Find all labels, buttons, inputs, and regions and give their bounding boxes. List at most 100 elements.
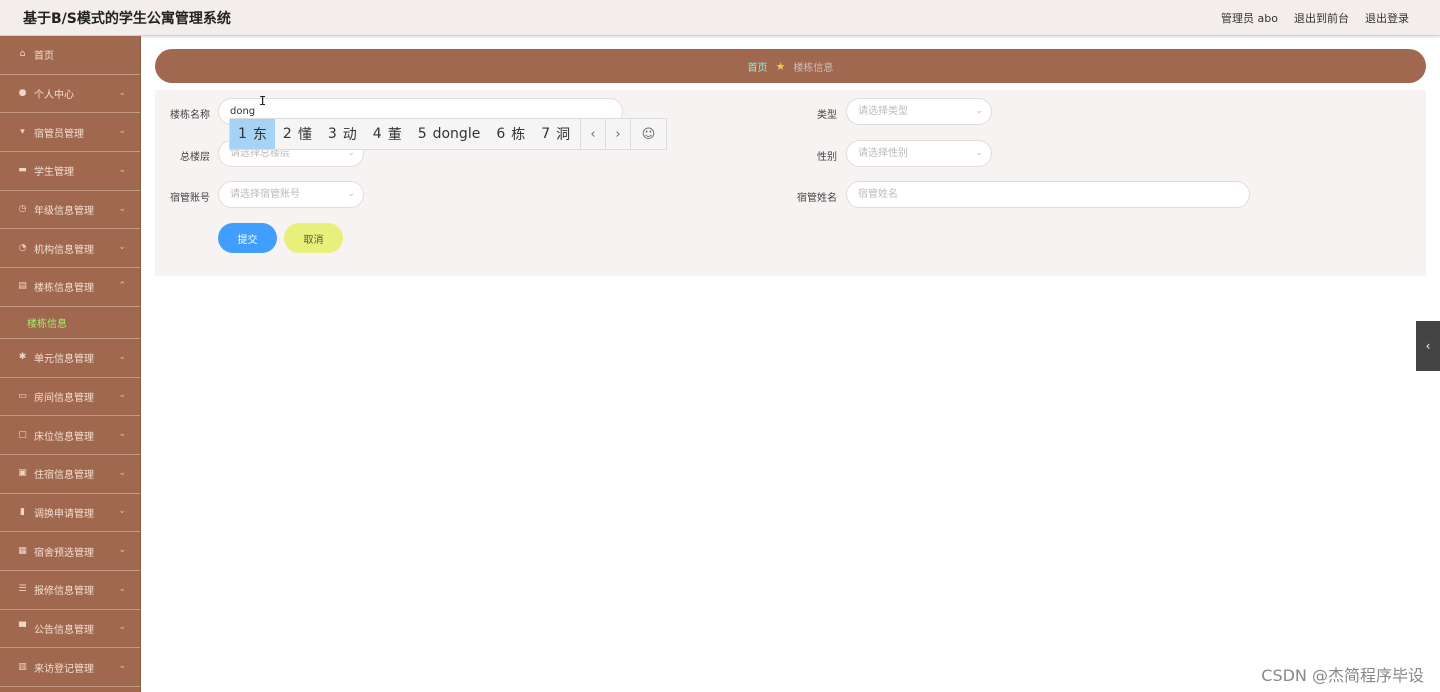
sidebar-item-label: 调换申请管理 [34, 508, 94, 520]
manager-name-input[interactable]: 宿管姓名 [846, 181, 1250, 208]
clipboard-icon: ▤ [18, 281, 27, 292]
chevron-down-icon: ⌄ [118, 126, 126, 137]
person-icon: ▾ [20, 126, 25, 137]
sidebar-item-label: 公告信息管理 [34, 624, 94, 636]
breadcrumb-home[interactable]: 首页 [748, 59, 768, 74]
chevron-right-icon[interactable]: › [605, 119, 630, 149]
sidebar-item-label: 单元信息管理 [34, 354, 94, 366]
gender-label: 性别 [817, 152, 837, 163]
breadcrumb-current: 楼栋信息 [793, 62, 834, 74]
building-name-label: 楼栋名称 [170, 110, 210, 121]
lock-icon: ▥ [18, 661, 27, 672]
settings-icon: ✱ [18, 352, 27, 363]
emoji-icon[interactable]: ☺ [630, 119, 666, 149]
gender-select[interactable]: 请选择性别 ⌄ [846, 140, 992, 167]
app-title: 基于B/S模式的学生公寓管理系统 [23, 11, 231, 27]
chevron-left-icon[interactable]: ‹ [580, 119, 605, 149]
chevron-down-icon: ⌄ [975, 106, 983, 116]
ime-candidate[interactable]: 5 dongle [410, 119, 489, 149]
sidebar-item-label: 报修信息管理 [34, 586, 94, 598]
ime-candidate[interactable]: 4董 [365, 119, 410, 149]
sidebar-item-managers[interactable]: ▾ 宿管员管理 ⌄ [0, 113, 140, 153]
sidebar-item-visitors[interactable]: ▥ 来访登记管理 ⌄ [0, 648, 140, 687]
sidebar-item-home[interactable]: ⌂ 首页 [0, 36, 140, 75]
sidebar-subitem-building-info[interactable]: 楼栋信息 [0, 307, 140, 339]
chevron-down-icon: ⌄ [118, 583, 126, 594]
chevron-down-icon: ⌄ [118, 87, 126, 98]
briefcase-icon: ▬ [18, 165, 27, 176]
home-icon: ⌂ [19, 49, 26, 60]
chevron-up-icon: ⌃ [118, 280, 126, 291]
sidebar-item-notices[interactable]: ▀ 公告信息管理 ⌄ [0, 610, 140, 649]
folder-icon: ▦ [18, 545, 27, 556]
ime-candidate[interactable]: 1东 [230, 119, 275, 149]
sidebar-item-label: 住宿信息管理 [34, 470, 94, 482]
card-icon: ▭ [18, 390, 27, 401]
chevron-down-icon: ⌄ [118, 506, 126, 517]
goto-front-link[interactable]: 退出到前台 [1294, 10, 1349, 26]
ime-candidate[interactable]: 7洞 [533, 119, 578, 149]
sidebar-item-beds[interactable]: ▢ 床位信息管理 ⌄ [0, 416, 140, 455]
chevron-left-icon[interactable]: ‹ [1416, 321, 1440, 371]
manager-account-label: 宿管账号 [170, 193, 210, 204]
manager-account-placeholder: 请选择宿管账号 [230, 189, 300, 200]
chevron-down-icon: ⌄ [118, 429, 126, 440]
list-icon: ☰ [18, 584, 27, 595]
cancel-button[interactable]: 取消 [284, 223, 343, 253]
chevron-down-icon: ⌄ [347, 189, 355, 199]
type-select[interactable]: 请选择类型 ⌄ [846, 98, 992, 125]
type-placeholder: 请选择类型 [858, 106, 908, 117]
chevron-down-icon: ⌄ [118, 390, 126, 401]
ime-candidate[interactable]: 6栋 [488, 119, 533, 149]
watermark: CSDN @杰简程序毕设 [1261, 666, 1424, 685]
chevron-down-icon: ⌄ [118, 164, 126, 175]
user-icon: ● [18, 88, 27, 99]
dashboard-icon: ◔ [18, 242, 27, 253]
doc-icon: ▣ [18, 468, 27, 479]
total-floors-label: 总楼层 [180, 152, 210, 163]
monitor-icon: ▀ [19, 622, 26, 633]
chevron-down-icon: ⌄ [118, 545, 126, 556]
type-label: 类型 [817, 110, 837, 121]
sidebar-item-personal[interactable]: ● 个人中心 ⌄ [0, 75, 140, 114]
chevron-down-icon: ⌄ [118, 467, 126, 478]
breadcrumb: 首页 ★ 楼栋信息 [155, 49, 1426, 83]
chevron-down-icon: ⌄ [118, 203, 126, 214]
admin-label[interactable]: 管理员 abo [1221, 10, 1278, 26]
sidebar-item-preselect[interactable]: ▦ 宿舍预选管理 ⌄ [0, 532, 140, 571]
sidebar-item-label: 年级信息管理 [34, 206, 94, 218]
manager-name-label: 宿管姓名 [797, 193, 837, 204]
chevron-down-icon: ⌄ [118, 351, 126, 362]
chevron-down-icon: ⌄ [118, 622, 126, 633]
sidebar-item-units[interactable]: ✱ 单元信息管理 ⌄ [0, 339, 140, 378]
mic-icon: ▮ [20, 506, 25, 517]
sidebar-item-rooms[interactable]: ▭ 房间信息管理 ⌄ [0, 378, 140, 417]
chat-icon: ▢ [18, 429, 27, 440]
ime-candidate[interactable]: 3动 [320, 119, 365, 149]
gender-placeholder: 请选择性别 [858, 148, 908, 159]
chevron-down-icon: ⌄ [975, 148, 983, 158]
sidebar-item-label: 来访登记管理 [34, 663, 94, 675]
sidebar-item-grades[interactable]: ◷ 年级信息管理 ⌄ [0, 191, 140, 230]
sidebar-item-label: 床位信息管理 [34, 431, 94, 443]
chevron-down-icon: ⌄ [118, 242, 126, 253]
sidebar: ⌂ 首页 ● 个人中心 ⌄ ▾ 宿管员管理 ⌄ ▬ 学生管理 ⌄ ◷ 年级信息管… [0, 36, 141, 692]
sidebar-item-repairs[interactable]: ☰ 报修信息管理 ⌄ [0, 571, 140, 610]
logout-link[interactable]: 退出登录 [1365, 10, 1409, 26]
star-icon: ★ [775, 59, 786, 73]
sidebar-item-buildings[interactable]: ▤ 楼栋信息管理 ⌃ [0, 268, 140, 307]
sidebar-item-label: 首页 [34, 51, 54, 63]
manager-account-select[interactable]: 请选择宿管账号 ⌄ [218, 181, 364, 208]
sidebar-item-swaps[interactable]: ▮ 调换申请管理 ⌄ [0, 494, 140, 533]
sidebar-item-orgs[interactable]: ◔ 机构信息管理 ⌄ [0, 229, 140, 269]
text-cursor-icon: I [259, 94, 267, 108]
submit-button[interactable]: 提交 [218, 223, 277, 253]
sidebar-item-lodging[interactable]: ▣ 住宿信息管理 ⌄ [0, 455, 140, 494]
ime-candidate-bar: 1东 2懂 3动 4董 5 dongle 6栋 7洞 ‹ › ☺ [229, 118, 667, 150]
chevron-down-icon: ⌄ [118, 661, 126, 672]
ime-tools: ‹ › ☺ [580, 119, 666, 149]
sidebar-item-label: 宿管员管理 [34, 128, 84, 140]
ime-candidate[interactable]: 2懂 [275, 119, 320, 149]
sidebar-item-label: 房间信息管理 [34, 392, 94, 404]
sidebar-item-students[interactable]: ▬ 学生管理 ⌄ [0, 152, 140, 191]
